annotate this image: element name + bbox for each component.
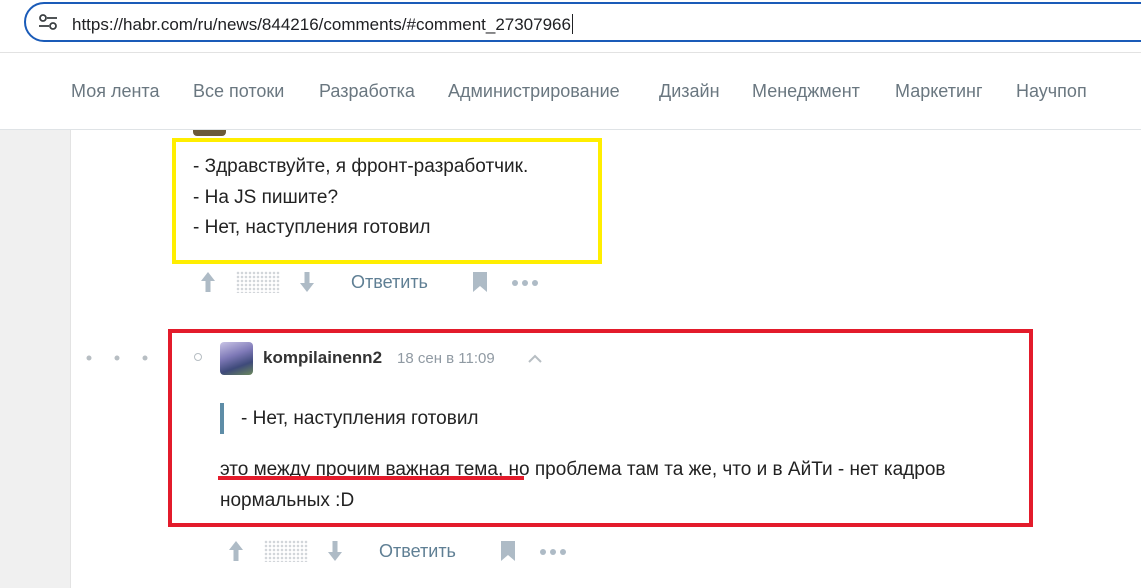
upvote-arrow-icon[interactable]	[227, 539, 245, 563]
nav-item-popsci[interactable]: Научпоп	[1016, 81, 1087, 102]
bookmark-icon[interactable]	[499, 540, 517, 562]
nav-item-administration[interactable]: Администрирование	[448, 81, 620, 102]
comment-actions: Ответить	[227, 537, 587, 567]
downvote-arrow-icon[interactable]	[298, 270, 316, 294]
bookmark-icon[interactable]	[471, 271, 489, 293]
reply-button[interactable]: Ответить	[379, 541, 456, 562]
nav-item-development[interactable]: Разработка	[319, 81, 415, 102]
red-underline-mark	[218, 476, 524, 480]
comment-text-line: - Здравствуйте, я фронт-разработчик.	[193, 156, 529, 177]
thread-indent-dots-icon	[86, 355, 148, 361]
comment-actions: Ответить	[199, 268, 559, 298]
browser-address-bar: https://habr.com/ru/news/844216/comments…	[0, 0, 1141, 53]
more-options-icon[interactable]	[539, 548, 567, 556]
quote-bar	[220, 403, 224, 434]
url-text: https://habr.com/ru/news/844216/comments…	[72, 14, 573, 34]
nav-item-management[interactable]: Менеджмент	[752, 81, 860, 102]
comment-text-line: - Нет, наступления готовил	[193, 217, 431, 238]
url-input[interactable]: https://habr.com/ru/news/844216/comments…	[24, 2, 1141, 42]
comment-author[interactable]: kompilainenn2	[263, 348, 382, 368]
rating-placeholder	[236, 271, 280, 293]
quoted-text: - Нет, наступления готовил	[241, 408, 479, 429]
hub-navigation: Моя лента Все потоки Разработка Админист…	[0, 53, 1141, 130]
downvote-arrow-icon[interactable]	[326, 539, 344, 563]
comment-text-line: - На JS пишите?	[193, 187, 339, 208]
rating-placeholder	[264, 540, 308, 562]
nav-item-design[interactable]: Дизайн	[659, 81, 720, 102]
chevron-up-icon[interactable]	[527, 353, 543, 363]
comment-body: это между прочим важная тема, но проблем…	[220, 454, 1020, 516]
comment-timestamp[interactable]: 18 сен в 11:09	[397, 350, 495, 367]
unread-marker-icon	[194, 353, 202, 361]
nav-item-my-feed[interactable]: Моя лента	[71, 81, 159, 102]
nav-item-all-streams[interactable]: Все потоки	[193, 81, 284, 102]
more-options-icon[interactable]	[511, 279, 539, 287]
left-gutter	[0, 130, 71, 588]
avatar[interactable]	[193, 130, 226, 136]
avatar[interactable]	[220, 342, 253, 375]
comments-area: - Здравствуйте, я фронт-разработчик. - Н…	[0, 130, 1141, 588]
upvote-arrow-icon[interactable]	[199, 270, 217, 294]
reply-button[interactable]: Ответить	[351, 272, 428, 293]
site-settings-icon[interactable]	[38, 13, 58, 31]
nav-item-marketing[interactable]: Маркетинг	[895, 81, 983, 102]
